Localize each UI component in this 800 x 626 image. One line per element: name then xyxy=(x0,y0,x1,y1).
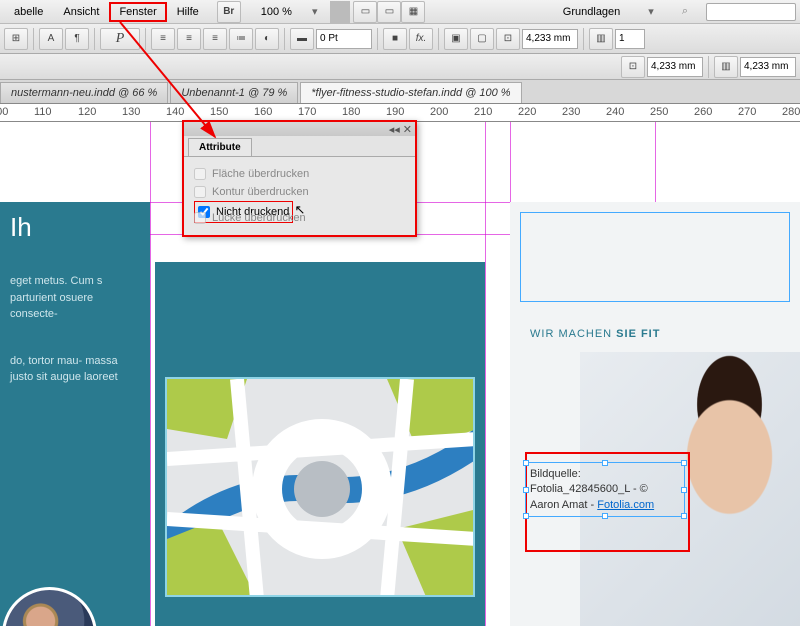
panel-tab-attribute[interactable]: Attribute xyxy=(188,138,252,156)
fotolia-link[interactable]: Fotolia.com xyxy=(597,499,654,511)
tab-doc-3[interactable]: *flyer-fitness-studio-stefan.indd @ 100 … xyxy=(300,82,521,103)
effects-icon[interactable]: ◐ xyxy=(255,28,279,50)
workspace-switcher[interactable]: Grundlagen xyxy=(553,2,631,22)
document-tabs: nustermann-neu.indd @ 66 % Unbenannt-1 @… xyxy=(0,80,800,104)
panel-titlebar[interactable]: ◂◂ ✕ xyxy=(184,122,415,136)
runner-photo xyxy=(2,587,97,626)
attributes-panel[interactable]: ◂◂ ✕ Attribute Fläche überdrucken Kontur… xyxy=(182,120,417,237)
zoom-level[interactable]: 100 % xyxy=(251,2,302,22)
char-style-icon[interactable]: A xyxy=(39,28,63,50)
right-page xyxy=(510,202,800,626)
ref-point-icon[interactable]: ⊞ xyxy=(4,28,28,50)
align-right-icon[interactable]: ≡ xyxy=(203,28,227,50)
view-mode-icon[interactable]: ▭ xyxy=(353,1,377,23)
panel-collapse-icon[interactable]: ◂◂ xyxy=(389,123,400,136)
control-toolbar-2: ⊡ 4,233 mm ▥ 4,233 mm xyxy=(0,54,800,80)
stroke-icon[interactable]: ▬ xyxy=(290,28,314,50)
width-field[interactable]: 4,233 mm xyxy=(522,29,578,49)
cursor-icon: ↖ xyxy=(294,202,305,217)
frame-guide xyxy=(520,212,790,302)
menu-bar: abelle Ansicht Fenster Hilfe Br 100 % ▾ … xyxy=(0,0,800,24)
chk-flaeche: Fläche überdrucken xyxy=(194,165,405,183)
font-icon[interactable]: P xyxy=(100,28,140,50)
center-panel: Öffnungszeiten: Mo. – Fr. 8.00 – 22.00 U… xyxy=(155,262,485,626)
menu-ansicht[interactable]: Ansicht xyxy=(53,2,109,22)
control-toolbar: ⊞ A ¶ P ≡ ≡ ≡ ≔ ◐ ▬ 0 Pt ■ fx. ▣ ▢ ⊡ 4,2… xyxy=(0,24,800,54)
body-text-1: eget metus. Cum s parturient osuere cons… xyxy=(10,273,140,323)
menu-tabelle[interactable]: abelle xyxy=(4,2,53,22)
chk-kontur: Kontur überdrucken xyxy=(194,183,405,201)
map-graphic xyxy=(165,377,475,597)
cols-field[interactable]: 1 xyxy=(615,29,645,49)
stroke-weight[interactable]: 0 Pt xyxy=(316,29,372,49)
align-center-icon[interactable]: ≡ xyxy=(177,28,201,50)
search-icon: ⌕ xyxy=(672,1,698,22)
menu-fenster[interactable]: Fenster xyxy=(109,2,166,22)
cols-icon[interactable]: ▥ xyxy=(589,28,613,50)
panel-body: Fläche überdrucken Kontur überdrucken Ni… xyxy=(184,156,415,235)
arrange-icon[interactable]: ▦ xyxy=(401,1,425,23)
fit2-icon[interactable]: ⊡ xyxy=(621,56,645,78)
wrap-icon[interactable]: ▣ xyxy=(444,28,468,50)
align-left-icon[interactable]: ≡ xyxy=(151,28,175,50)
bridge-icon[interactable]: Br xyxy=(217,1,241,23)
list-icon[interactable]: ≔ xyxy=(229,28,253,50)
height-field[interactable]: 4,233 mm xyxy=(647,57,703,77)
body-text-2: do, tortor mau- massa justo sit augue la… xyxy=(10,353,140,386)
para-style-icon[interactable]: ¶ xyxy=(65,28,89,50)
gutter-icon[interactable]: ▥ xyxy=(714,56,738,78)
fit-icon[interactable]: ⊡ xyxy=(496,28,520,50)
fx-icon[interactable]: fx. xyxy=(409,28,433,50)
gutter-field[interactable]: 4,233 mm xyxy=(740,57,796,77)
left-page: Ih eget metus. Cum s parturient osuere c… xyxy=(0,202,150,626)
fill-icon[interactable]: ■ xyxy=(383,28,407,50)
tab-doc-2[interactable]: Unbenannt-1 @ 79 % xyxy=(170,82,298,103)
search-input[interactable] xyxy=(706,3,796,21)
headline: WIR MACHEN SIE FIT xyxy=(530,317,660,343)
left-heading: Ih xyxy=(10,212,140,243)
frame-icon[interactable]: ▢ xyxy=(470,28,494,50)
screen-mode-icon[interactable]: ▭ xyxy=(377,1,401,23)
image-credit-text: Bildquelle: Fotolia_42845600_L - © Aaron… xyxy=(530,467,654,513)
panel-close-icon[interactable]: ✕ xyxy=(403,123,412,136)
tab-doc-1[interactable]: nustermann-neu.indd @ 66 % xyxy=(0,82,168,103)
menu-hilfe[interactable]: Hilfe xyxy=(167,2,209,22)
